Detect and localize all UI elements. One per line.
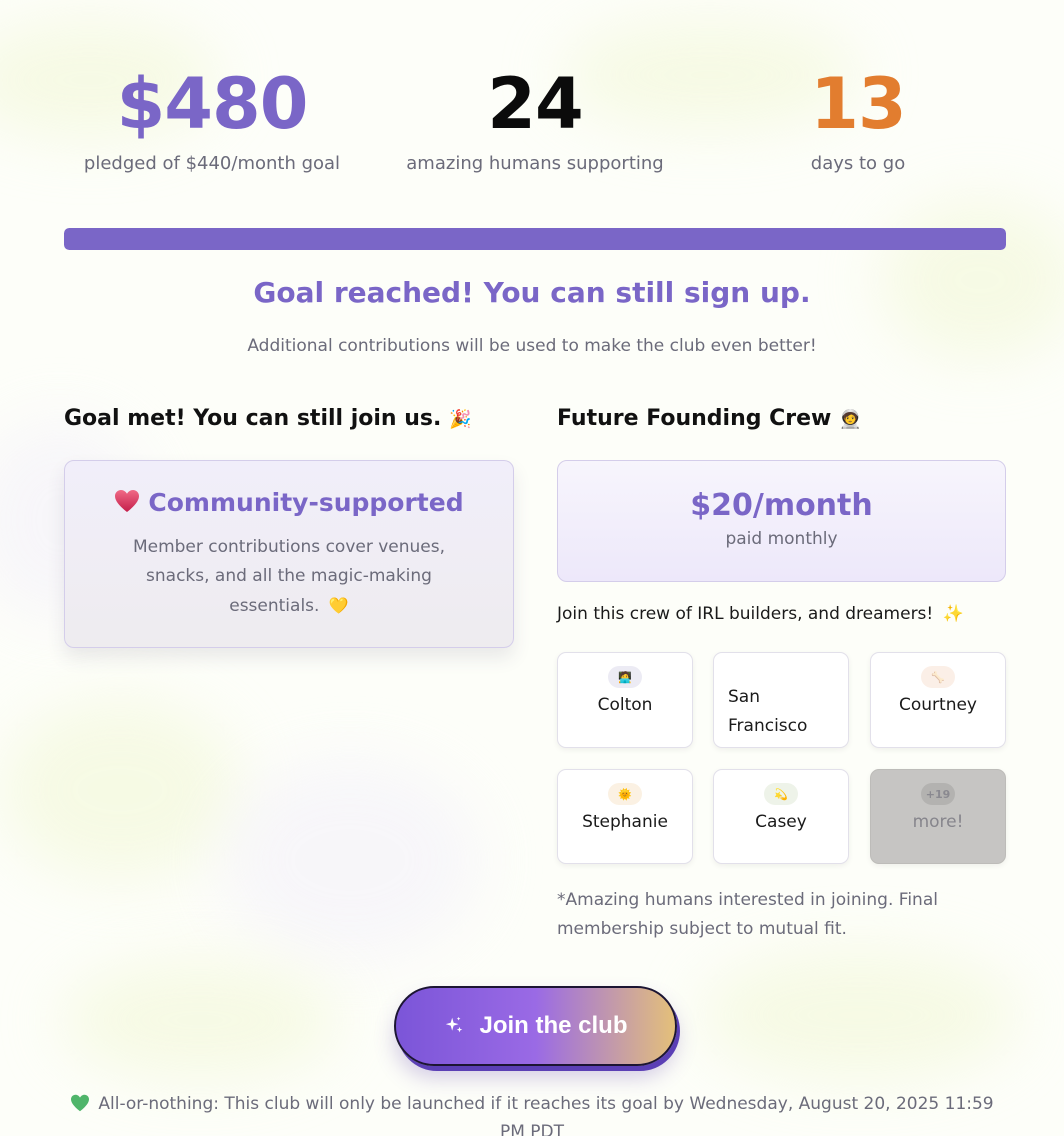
community-supported-card: Community-supported Member contributions… bbox=[64, 460, 514, 648]
pledged-label: pledged of $440/month goal bbox=[83, 153, 341, 174]
goal-title: Goal reached! You can still sign up. bbox=[253, 276, 811, 309]
supporters-count: 24 bbox=[487, 63, 583, 145]
billing-frequency: paid monthly bbox=[725, 529, 838, 549]
member-name: Colton bbox=[597, 695, 653, 715]
sparkles-icon: ✨ bbox=[942, 604, 964, 624]
member-card-stephanie[interactable]: 🌞 Stephanie bbox=[557, 769, 693, 864]
member-name: Casey bbox=[755, 812, 807, 832]
right-column-title-text: Future Founding Crew bbox=[557, 406, 832, 431]
more-members-label: more! bbox=[912, 812, 964, 832]
green-heart-icon bbox=[71, 1094, 90, 1112]
member-name: Courtney bbox=[899, 695, 977, 715]
all-or-nothing-text: All-or-nothing: This club will only be l… bbox=[98, 1094, 994, 1136]
astronaut-icon: 🧑‍🚀 bbox=[839, 409, 862, 430]
background-blob bbox=[220, 760, 480, 960]
all-or-nothing-notice: All-or-nothing: This club will only be l… bbox=[0, 1090, 1064, 1136]
background-blob bbox=[700, 950, 1020, 1080]
member-card-colton[interactable]: 🧑‍💻 Colton bbox=[557, 652, 693, 748]
more-members-card[interactable]: +19 more! bbox=[870, 769, 1006, 864]
right-column-title: Future Founding Crew 🧑‍🚀 bbox=[557, 406, 861, 431]
community-supported-description: Member contributions cover venues, snack… bbox=[132, 537, 446, 616]
funding-progress-bar bbox=[64, 228, 1006, 250]
stat-supporters: 24 amazing humans supporting bbox=[387, 62, 683, 176]
member-card-casey[interactable]: 💫 Casey bbox=[713, 769, 849, 864]
crew-invite-text: Join this crew of IRL builders, and drea… bbox=[557, 604, 964, 624]
yellow-heart-icon: 💛 bbox=[328, 596, 349, 615]
background-blob bbox=[0, 700, 240, 880]
stats-row: $480 pledged of $440/month goal 24 amazi… bbox=[64, 62, 1006, 192]
heart-icon bbox=[114, 489, 140, 513]
community-supported-text: Member contributions cover venues, snack… bbox=[109, 533, 469, 621]
person-icon: 🧑‍💻 bbox=[608, 666, 642, 688]
stat-days: 13 days to go bbox=[710, 62, 1006, 176]
pledged-amount: $480 bbox=[116, 63, 309, 145]
member-name: Stephanie bbox=[582, 812, 668, 832]
funding-progress-fill bbox=[64, 228, 1006, 250]
comet-icon: 💫 bbox=[764, 783, 798, 805]
days-count: 13 bbox=[810, 63, 906, 145]
member-card-courtney[interactable]: 🦴 Courtney bbox=[870, 652, 1006, 748]
left-column-title-text: Goal met! You can still join us. bbox=[64, 406, 442, 431]
community-supported-label: Community-supported bbox=[148, 488, 464, 517]
goal-subtitle: Additional contributions will be used to… bbox=[247, 336, 817, 356]
more-count-badge: +19 bbox=[921, 783, 955, 805]
days-label: days to go bbox=[810, 153, 906, 174]
member-name: San Francisco bbox=[728, 687, 808, 736]
membership-footnote: *Amazing humans interested in joining. F… bbox=[557, 890, 938, 939]
sun-icon: 🌞 bbox=[608, 783, 642, 805]
stat-pledged: $480 pledged of $440/month goal bbox=[64, 62, 360, 176]
supporters-label: amazing humans supporting bbox=[406, 153, 664, 174]
crew-invite-label: Join this crew of IRL builders, and drea… bbox=[557, 604, 934, 624]
member-card-san-francisco[interactable]: San Francisco bbox=[713, 652, 849, 748]
price-card: $20/month paid monthly bbox=[557, 460, 1006, 582]
community-supported-heading: Community-supported bbox=[65, 487, 513, 519]
bone-icon: 🦴 bbox=[921, 666, 955, 688]
join-club-label: Join the club bbox=[479, 1012, 628, 1039]
party-popper-icon: 🎉 bbox=[449, 409, 472, 430]
membership-price: $20/month bbox=[690, 488, 873, 523]
left-column-title: Goal met! You can still join us. 🎉 bbox=[64, 406, 471, 431]
background-blob bbox=[60, 960, 340, 1080]
sparkle-icon bbox=[446, 1016, 463, 1033]
join-club-button[interactable]: Join the club bbox=[394, 986, 677, 1066]
